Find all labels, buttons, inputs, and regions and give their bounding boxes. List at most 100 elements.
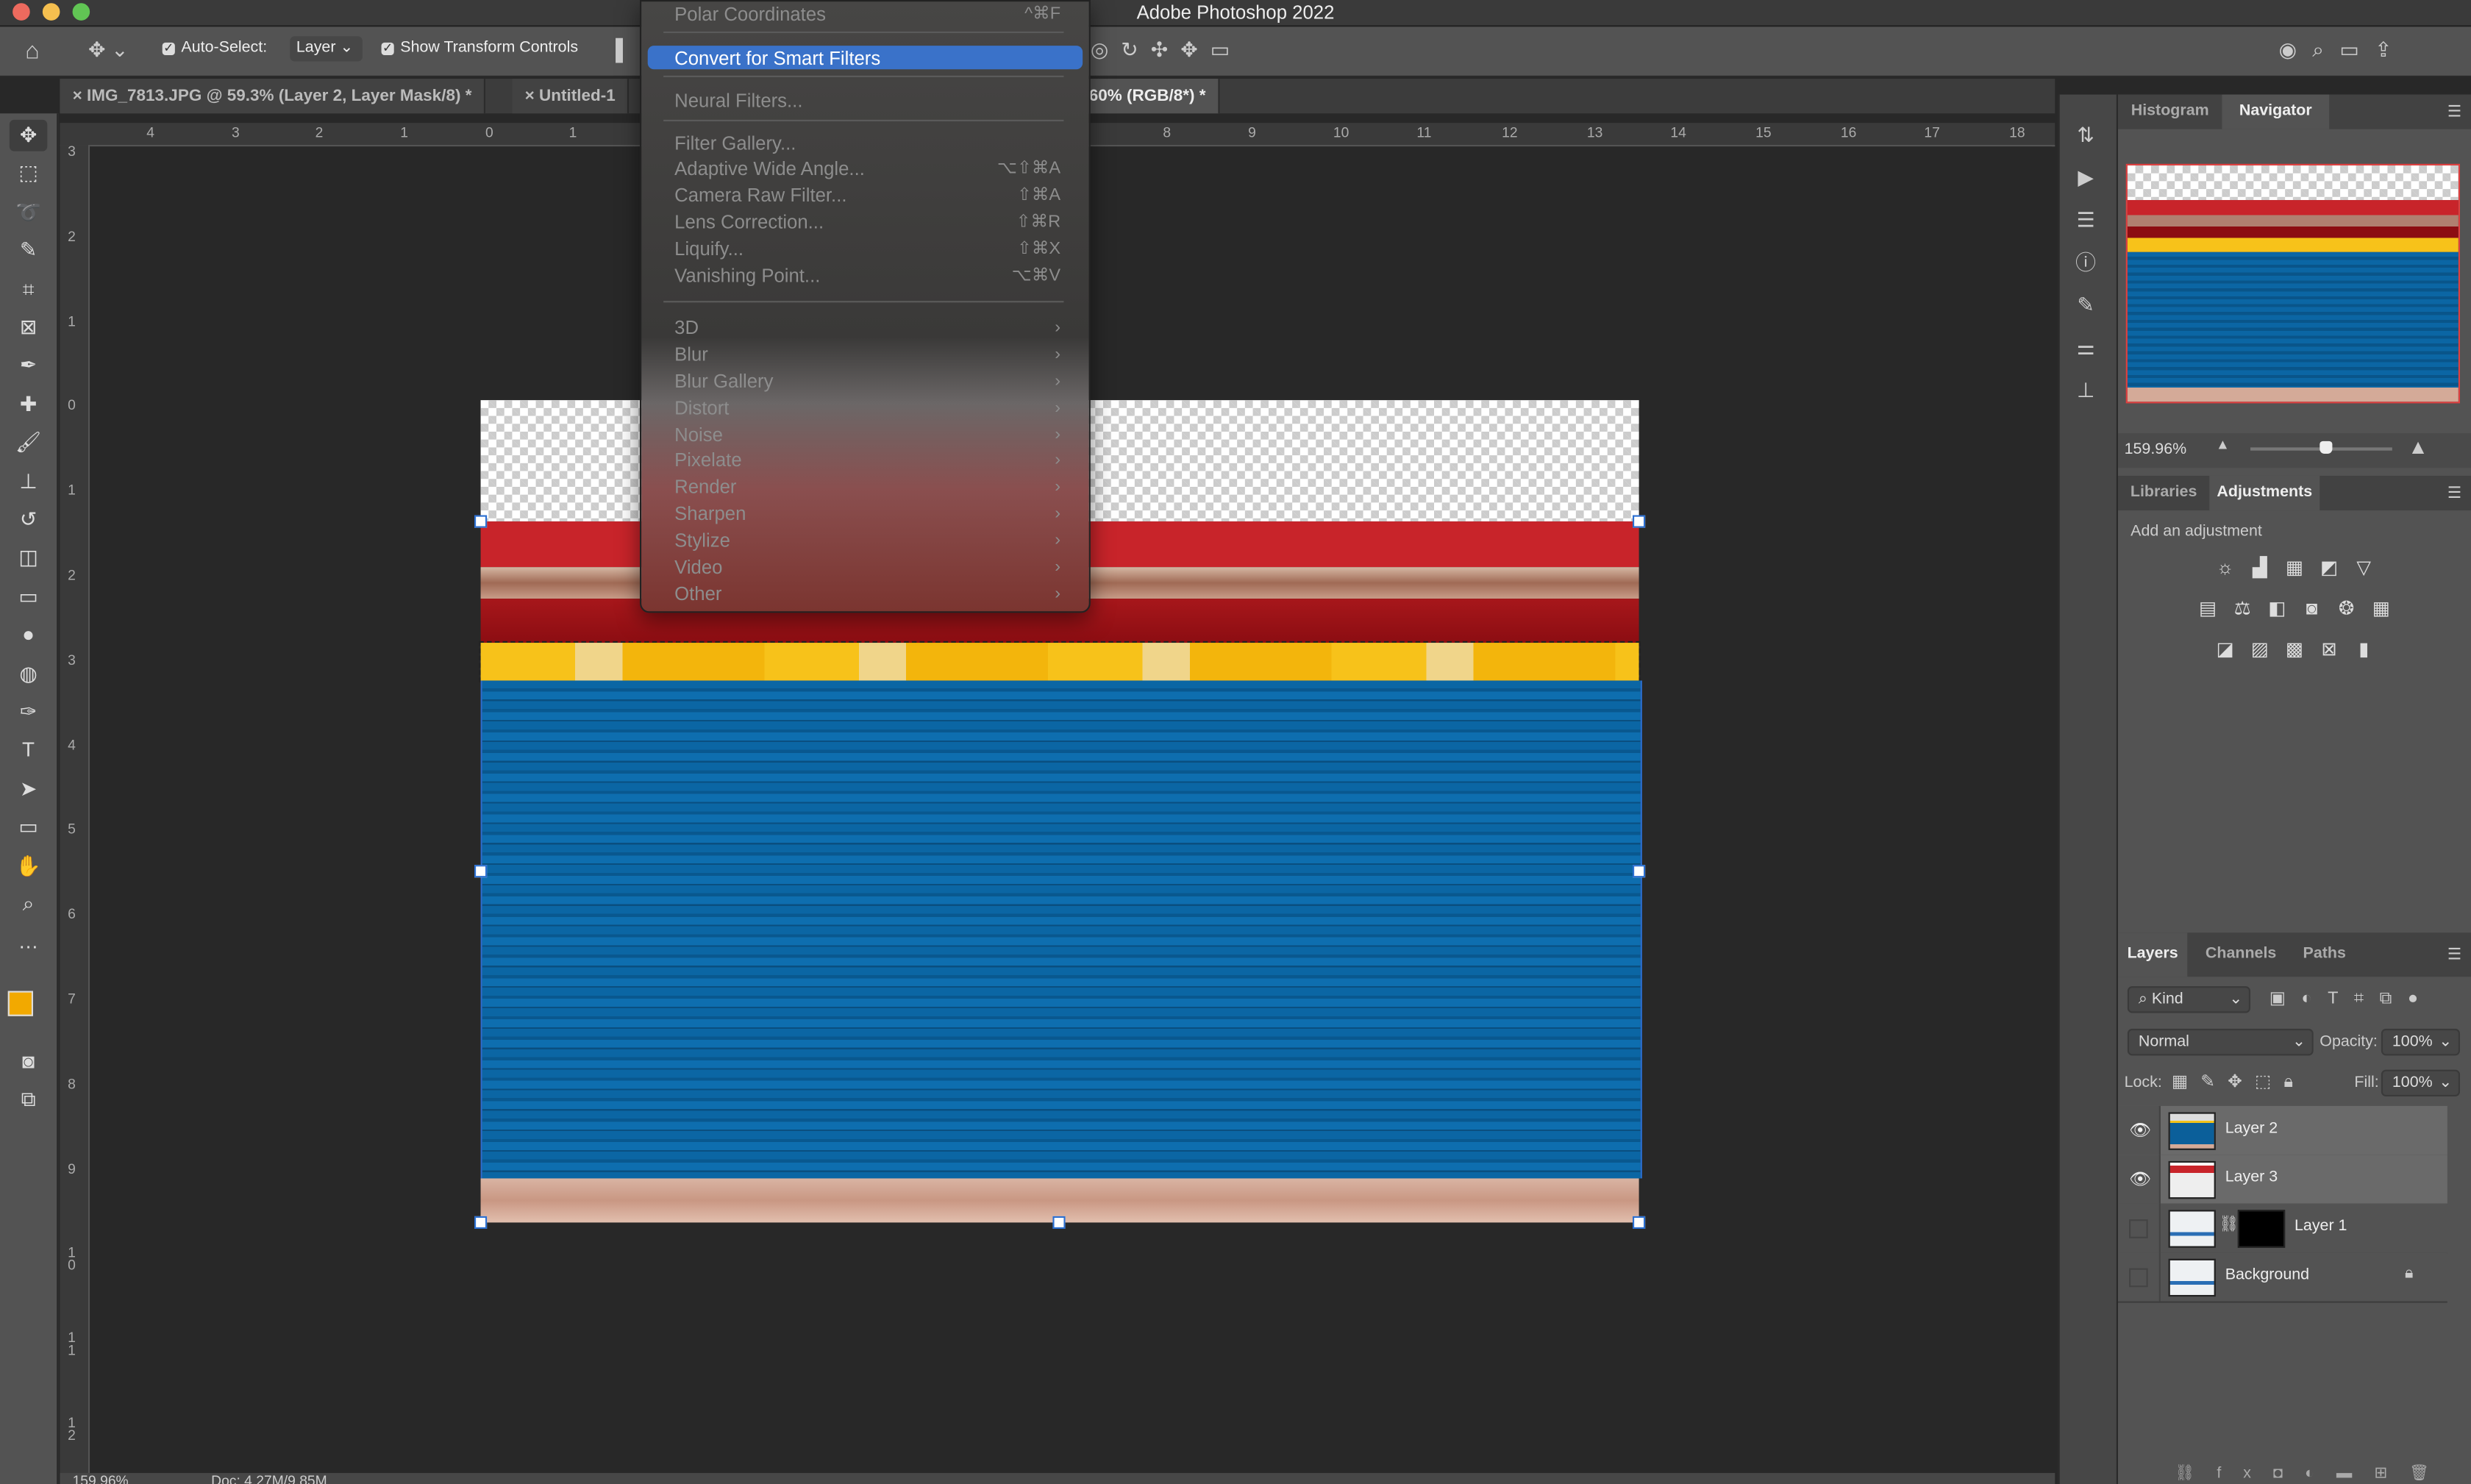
transform-handle[interactable] — [474, 865, 488, 878]
layer-name[interactable]: Layer 1 — [2294, 1218, 2347, 1235]
home-icon[interactable]: ⌂ — [25, 38, 39, 64]
menu-item-adaptive-wide-angle[interactable]: Adaptive Wide Angle... ⌥⇧⌘A — [674, 156, 1060, 181]
status-doc-size[interactable]: Doc: 4.27M/9.85M — [211, 1473, 327, 1484]
menu-item-video[interactable]: Video › — [674, 554, 1060, 579]
layer-name[interactable]: Layer 3 — [2225, 1169, 2278, 1187]
dodge-tool-icon[interactable]: ◍ — [10, 658, 47, 690]
menu-item-lens-correction[interactable]: Lens Correction... ⇧⌘R — [674, 210, 1060, 235]
layer-filter-icons[interactable]: ▣◐T⌗⧉● — [2269, 988, 2434, 1010]
menu-item-distort[interactable]: Distort › — [674, 396, 1060, 421]
menu-item-vanishing-point[interactable]: Vanishing Point... ⌥⌘V — [674, 263, 1060, 288]
quick-select-tool-icon[interactable]: ✎ — [10, 235, 47, 267]
transform-handle[interactable] — [474, 1216, 488, 1229]
menu-item-noise[interactable]: Noise › — [674, 422, 1060, 447]
menu-item-filter-gallery[interactable]: Filter Gallery... — [674, 131, 1060, 156]
color-balance-icon[interactable]: ⚖ — [2228, 589, 2257, 629]
menu-item-polar-coordinates[interactable]: Polar Coordinates ^⌘F — [674, 1, 1060, 26]
search-share-icons[interactable]: ◉⌕▭⇪ — [2279, 38, 2408, 63]
panel-menu-icon[interactable]: ☰ — [2447, 104, 2461, 121]
zoom-slider-knob[interactable] — [2319, 440, 2332, 454]
layer-row[interactable]: 👁︎ Layer 2 — [2118, 1105, 2447, 1157]
transform-handle[interactable] — [1633, 865, 1646, 878]
brightness-contrast-icon[interactable]: ☼ — [2211, 549, 2239, 588]
link-icon[interactable]: ⛓ — [2219, 1216, 2239, 1234]
tab-channels[interactable]: Channels — [2187, 932, 2294, 977]
layer-name[interactable]: Background — [2225, 1266, 2309, 1284]
levels-icon[interactable]: ▟ — [2246, 549, 2275, 588]
move-tool-icon[interactable]: ✥ — [9, 119, 48, 151]
visibility-toggle[interactable] — [2129, 1268, 2148, 1288]
blur-tool-icon[interactable]: ● — [10, 619, 47, 651]
path-select-tool-icon[interactable]: ➤ — [10, 773, 47, 805]
menu-item-render[interactable]: Render › — [674, 474, 1060, 499]
blend-mode-dropdown[interactable]: Normal ⌄ — [2127, 1028, 2314, 1056]
visibility-toggle[interactable] — [2129, 1219, 2148, 1238]
photo-filter-icon[interactable]: ◙ — [2297, 589, 2326, 629]
navigator-preview[interactable] — [2125, 163, 2461, 404]
fill-field[interactable]: 100% ⌄ — [2381, 1069, 2461, 1097]
auto-select-dropdown[interactable]: Layer ⌄ — [290, 36, 363, 62]
tab-adjustments[interactable]: Adjustments — [2209, 475, 2320, 511]
auto-select-checkbox[interactable]: ✓ Auto-Select: — [162, 40, 267, 57]
brush-tool-icon[interactable]: 🖌︎ — [10, 427, 47, 459]
panel-menu-icon[interactable]: ☰ — [2447, 947, 2461, 965]
tab-layers[interactable]: Layers — [2118, 932, 2188, 977]
gradient-map-icon[interactable]: ▮ — [2350, 630, 2378, 670]
transform-handle[interactable] — [1633, 515, 1646, 528]
layer-filter-kind-dropdown[interactable]: ⌕ Kind ⌄ — [2127, 986, 2251, 1013]
tab-img-7813[interactable]: × IMG_7813.JPG @ 59.3% (Layer 2, Layer M… — [60, 79, 486, 114]
transform-handle[interactable] — [1633, 1216, 1646, 1229]
menu-item-blur-gallery[interactable]: Blur Gallery › — [674, 368, 1060, 393]
black-white-icon[interactable]: ◧ — [2263, 589, 2292, 629]
eyedropper-tool-icon[interactable]: ✒ — [10, 350, 47, 382]
rectangle-tool-icon[interactable]: ▭ — [10, 812, 47, 843]
exposure-icon[interactable]: ◩ — [2315, 549, 2344, 588]
hue-saturation-icon[interactable]: ▤ — [2194, 589, 2222, 629]
frame-tool-icon[interactable]: ⊠ — [10, 312, 47, 343]
menu-item-sharpen[interactable]: Sharpen › — [674, 501, 1060, 526]
zoom-slider[interactable] — [2250, 440, 2392, 454]
panel-icons[interactable]: ⇅ ▶ ☰ ⓘ ✎ ⚌ ⊥ — [2075, 113, 2096, 411]
eye-icon[interactable]: 👁︎ — [2129, 1120, 2151, 1141]
eye-icon[interactable]: 👁︎ — [2129, 1169, 2151, 1190]
tab-navigator[interactable]: Navigator — [2222, 94, 2330, 129]
menu-item-other[interactable]: Other › — [674, 582, 1060, 607]
history-brush-icon[interactable]: ↺ — [10, 504, 47, 536]
curves-icon[interactable]: ▦ — [2281, 549, 2309, 588]
crop-tool-icon[interactable]: ⌗ — [10, 274, 47, 305]
tab-paths[interactable]: Paths — [2294, 932, 2354, 977]
screen-mode-icon[interactable]: ⧉ — [10, 1084, 47, 1116]
show-transform-controls-checkbox[interactable]: ✓ Show Transform Controls — [381, 40, 578, 57]
foreground-color-swatch[interactable] — [7, 991, 34, 1016]
3d-mode-icons[interactable]: ◎↻✣✥▭ — [1091, 38, 1242, 63]
layer-row[interactable]: ⛓ Layer 1 — [2118, 1203, 2447, 1255]
menu-item-camera-raw-filter[interactable]: Camera Raw Filter... ⇧⌘A — [674, 183, 1060, 208]
tab-active-document[interactable]: 60% (RGB/8*) * — [1076, 79, 1220, 114]
menu-item-blur[interactable]: Blur › — [674, 342, 1060, 367]
zoom-tool-icon[interactable]: ⌕ — [10, 888, 47, 920]
transform-handle[interactable] — [474, 515, 488, 528]
tab-untitled-1[interactable]: × Untitled-1 — [512, 79, 630, 114]
more-tools-icon[interactable]: … — [10, 927, 47, 959]
color-lookup-icon[interactable]: ▦ — [2367, 589, 2396, 629]
zoom-out-icon[interactable]: ▲ — [2216, 436, 2230, 452]
align-left-icon[interactable]: ▐ — [608, 38, 623, 61]
zoom-in-icon[interactable]: ▲ — [2408, 435, 2428, 458]
menu-item-convert-for-smart-filters[interactable]: Convert for Smart Filters — [647, 46, 1083, 70]
selective-color-icon[interactable]: ⊠ — [2315, 630, 2344, 670]
layer-name[interactable]: Layer 2 — [2225, 1120, 2278, 1138]
menu-item-stylize[interactable]: Stylize › — [674, 528, 1060, 553]
pen-tool-icon[interactable]: ✑ — [10, 696, 47, 728]
navigator-zoom-value[interactable]: 159.96% — [2125, 441, 2187, 459]
menu-item-liquify[interactable]: Liquify... ⇧⌘X — [674, 236, 1060, 261]
menu-item-3d[interactable]: 3D › — [674, 315, 1060, 340]
type-tool-icon[interactable]: T — [10, 735, 47, 766]
vibrance-icon[interactable]: ▽ — [2350, 549, 2378, 588]
layer-mask-thumbnail[interactable] — [2237, 1210, 2286, 1248]
tab-histogram[interactable]: Histogram — [2118, 95, 2222, 129]
layers-footer-icons[interactable]: ⛓fx◘◐▬⊞🗑︎ — [2175, 1465, 2451, 1483]
eraser-tool-icon[interactable]: ◫ — [10, 543, 47, 574]
posterize-icon[interactable]: ▨ — [2246, 630, 2275, 670]
layer-row[interactable]: Background 🔒︎ — [2118, 1252, 2447, 1303]
hand-tool-icon[interactable]: ✋ — [10, 850, 47, 882]
